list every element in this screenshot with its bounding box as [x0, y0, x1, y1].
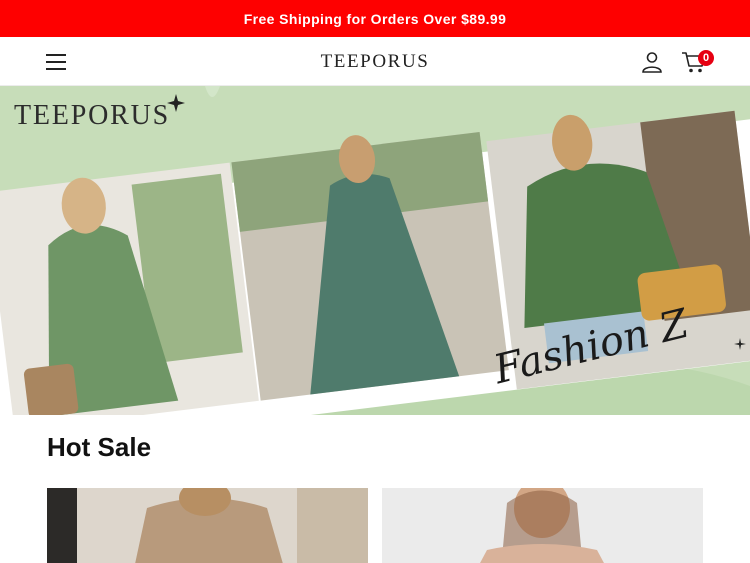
site-logo[interactable]: TEEPORUS — [0, 51, 750, 73]
product-image — [382, 488, 703, 563]
cart-count-badge: 0 — [698, 50, 714, 66]
banner-brand-logo: TEEPORUS — [14, 100, 170, 131]
hot-sale-heading: Hot Sale — [47, 432, 152, 462]
site-header: TEEPORUS — [0, 37, 750, 86]
announcement-bar: Free Shipping for Orders Over $89.99 — [0, 0, 750, 37]
product-card[interactable] — [47, 488, 368, 563]
user-icon[interactable] — [640, 50, 664, 74]
product-image — [47, 488, 368, 563]
product-card[interactable] — [382, 488, 703, 563]
hero-banner[interactable]: TEEPORUS Fashion Z — [0, 86, 750, 415]
banner-artwork — [0, 86, 750, 415]
announcement-text: Free Shipping for Orders Over $89.99 — [243, 10, 507, 27]
